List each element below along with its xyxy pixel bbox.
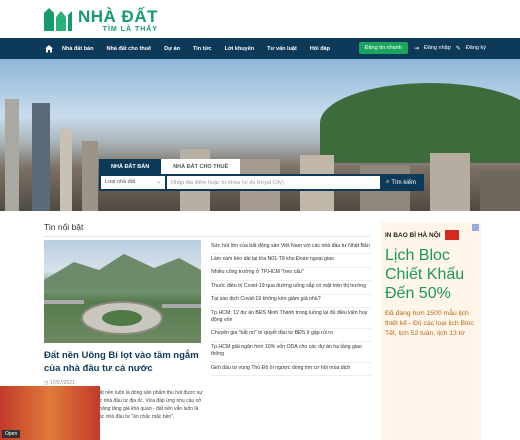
nav-item-land-rent[interactable]: Nhà đất cho thuê	[106, 46, 151, 52]
ad-image[interactable]: Open	[0, 386, 100, 440]
search-tabs: NHÀ ĐẤT BÁN NHÀ ĐẤT CHO THUÊ	[99, 159, 241, 175]
site-logo[interactable]: NHÀ ĐẤT TÌM LÀ THẤY	[42, 5, 158, 33]
nav-item-news[interactable]: Tin tức	[193, 46, 212, 52]
hero-banner: NHÀ ĐẤT BÁN NHÀ ĐẤT CHO THUÊ Loại nhà đấ…	[0, 59, 520, 211]
list-item[interactable]: Thuốc điều trị Covid-19 qua đường uống s…	[211, 281, 371, 295]
logo-name: NHÀ ĐẤT	[78, 7, 158, 26]
hero-building	[430, 153, 470, 211]
featured-image[interactable]	[44, 240, 201, 343]
ad-body: Đã đang hơn 1500 mẫu lịch thiết kế - Đủ …	[385, 310, 474, 337]
advertisement[interactable]: IN BAO BÌ HÀ NỘI Lịch Bloc Chiết Khấu Đế…	[381, 222, 481, 440]
tab-land-sale[interactable]: NHÀ ĐẤT BÁN	[99, 159, 162, 175]
hero-building	[480, 171, 520, 211]
search-button-label: Tìm kiếm	[391, 179, 417, 186]
search-input[interactable]: Nhập địa điểm hoặc từ khóa (ví dụ Royal …	[167, 176, 380, 189]
home-icon[interactable]	[44, 44, 54, 53]
list-item[interactable]: Làm xám kéo dài tại tòa N01-T8 khu Đoàn …	[211, 254, 371, 268]
section-title: Tin nổi bật	[44, 222, 84, 232]
news-list: Sức hút lớn của bất động sản Việt Nam vớ…	[211, 241, 371, 377]
list-item[interactable]: Nhiều công trường ở TP.HCM "treo cẩu"	[211, 268, 371, 282]
list-item[interactable]: Chuyên gia "bắt mí" bí quyết đầu tư BĐS …	[211, 329, 371, 343]
hero-building	[32, 103, 50, 211]
hero-mountain	[320, 83, 520, 163]
tab-land-rent[interactable]: NHÀ ĐẤT CHO THUÊ	[161, 159, 241, 175]
ad-header: IN BAO BÌ HÀ NỘI	[385, 231, 441, 239]
ad-close-icon[interactable]	[472, 224, 479, 231]
nav-item-legal[interactable]: Tư vấn luật	[267, 46, 297, 52]
search-placeholder: Nhập địa điểm hoặc từ khóa (ví dụ Royal …	[171, 179, 284, 186]
list-item[interactable]: Tại sao dịch Covid-19 không kéo giảm giá…	[211, 295, 371, 308]
logo-tagline: TÌM LÀ THẤY	[102, 26, 158, 33]
hero-building	[60, 129, 72, 211]
search-box: Loại nhà đất ⌄ Nhập địa điểm hoặc từ khó…	[99, 174, 424, 191]
register-link[interactable]: Đăng ký	[466, 45, 486, 51]
main-nav: Nhà đất bán Nhà đất cho thuê Dự án Tin t…	[0, 38, 520, 59]
topbar: NHÀ ĐẤT TÌM LÀ THẤY	[0, 0, 520, 38]
ad-title: Lịch Bloc Chiết Khấu Đến 50%	[385, 247, 465, 302]
section-divider	[44, 236, 370, 237]
list-item[interactable]: Giới đầu tư vùng Thủ Đô ồi ngược dòng tì…	[211, 363, 371, 377]
register-icon: ✎	[455, 45, 461, 52]
property-type-select[interactable]: Loại nhà đất ⌄	[101, 176, 165, 189]
nav-item-qa[interactable]: Hỏi đáp	[310, 46, 330, 52]
chevron-down-icon: ⌄	[156, 179, 161, 185]
login-icon: ⇥	[413, 45, 419, 52]
featured-title[interactable]: Đất nền Uông Bí lọt vào tầm ngắm của nhà…	[44, 349, 204, 375]
nav-item-land-sale[interactable]: Nhà đất bán	[62, 46, 93, 52]
list-item[interactable]: Sức hút lớn của bất động sản Việt Nam vớ…	[211, 241, 371, 255]
logo-mark-icon	[44, 8, 72, 31]
nav-item-advice[interactable]: Lời khuyên	[225, 46, 255, 52]
list-item[interactable]: Tp.HCM: 12 dự án BĐS Ninh Thành trong lu…	[211, 308, 371, 329]
flag-icon	[444, 230, 459, 240]
search-button[interactable]: ⌕ Tìm kiếm	[380, 179, 422, 186]
login-link[interactable]: Đăng nhập	[424, 45, 451, 51]
quick-post-button[interactable]: Đăng tin nhanh	[358, 42, 408, 54]
hero-building	[82, 141, 98, 211]
property-type-label: Loại nhà đất	[105, 179, 136, 185]
ad-open-button[interactable]: Open	[2, 430, 21, 438]
list-item[interactable]: Tp.HCM giải ngân hơn 10% vốn ODA cho các…	[211, 342, 371, 363]
search-icon: ⌕	[385, 179, 390, 185]
nav-item-projects[interactable]: Dự án	[164, 46, 180, 52]
featured-image-illustration	[44, 254, 201, 335]
hero-building	[5, 99, 19, 211]
